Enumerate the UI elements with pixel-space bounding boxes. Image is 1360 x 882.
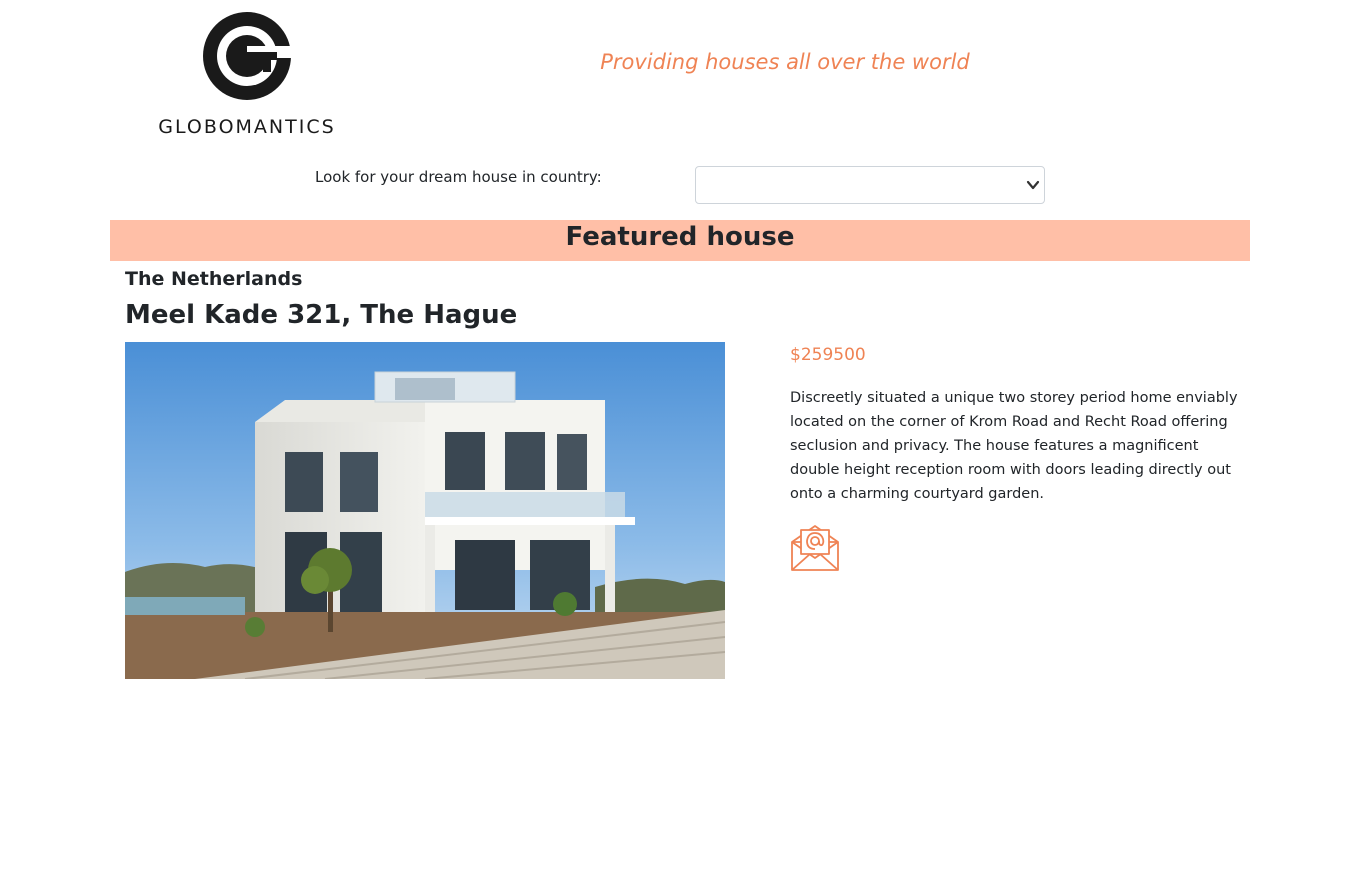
house-price: $259500 — [790, 345, 866, 365]
country-select[interactable] — [695, 166, 1045, 204]
country-search-label: Look for your dream house in country: — [315, 168, 602, 186]
page: GLOBOMANTICS Providing houses all over t… — [0, 0, 1360, 882]
house-photo — [125, 342, 725, 679]
house-description: Discreetly situated a unique two storey … — [790, 390, 1238, 502]
featured-banner: Featured house — [110, 220, 1250, 261]
chevron-down-icon — [1026, 180, 1040, 190]
house-country: The Netherlands — [125, 268, 303, 290]
house-address: Meel Kade 321, The Hague — [125, 300, 518, 330]
globomantics-logo[interactable]: GLOBOMANTICS — [150, 10, 344, 138]
envelope-at-icon — [791, 525, 839, 571]
featured-title: Featured house — [565, 222, 795, 252]
logo-g-icon — [203, 12, 293, 100]
email-agent-button[interactable] — [790, 522, 840, 572]
logo-wordmark: GLOBOMANTICS — [158, 116, 336, 138]
tagline: Providing houses all over the world — [600, 50, 970, 74]
